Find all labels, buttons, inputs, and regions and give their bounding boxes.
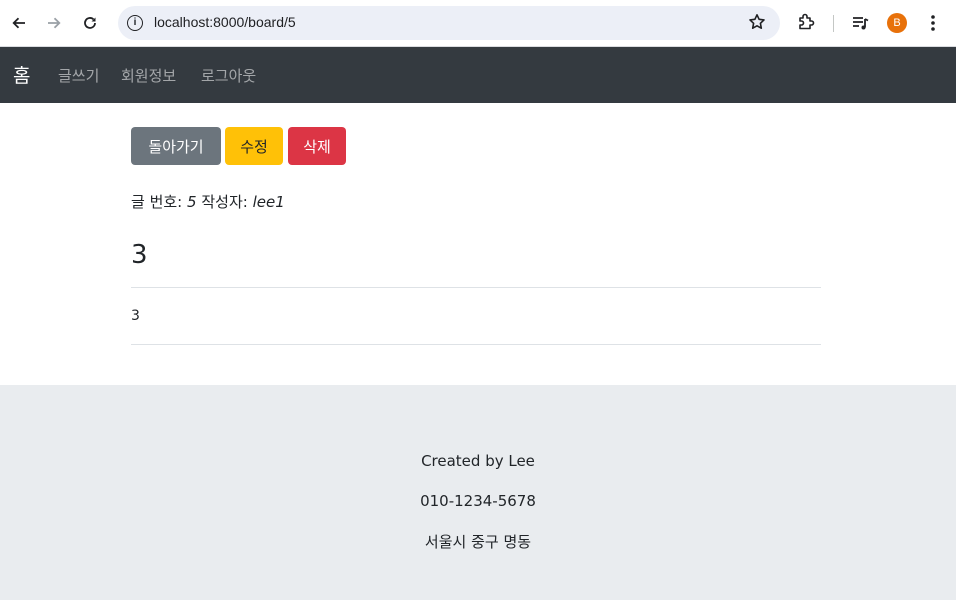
site-footer: Created by Lee 010-1234-5678 서울시 중구 명동 (0, 385, 956, 600)
back-button[interactable]: 돌아가기 (131, 127, 221, 165)
toolbar-divider (833, 15, 834, 32)
title-divider (131, 287, 821, 288)
address-url[interactable]: localhost:8000/board/5 (154, 14, 296, 30)
post-content: 3 (131, 308, 140, 324)
footer-phone: 010-1234-5678 (420, 492, 536, 510)
content-divider (131, 344, 821, 345)
extensions-icon[interactable] (796, 12, 816, 36)
profile-avatar[interactable]: B (887, 13, 907, 33)
footer-address: 서울시 중구 명동 (424, 533, 532, 551)
site-info-icon[interactable]: i (127, 15, 143, 31)
post-author: lee1 (252, 193, 285, 211)
delete-button[interactable]: 삭제 (288, 127, 346, 165)
address-bar[interactable]: i localhost:8000/board/5 (118, 6, 780, 40)
reload-icon[interactable] (77, 8, 103, 38)
media-queue-icon[interactable] (850, 13, 870, 37)
post-number: 5 (187, 193, 197, 211)
nav-logout-link[interactable]: 로그아웃 (201, 65, 256, 86)
post-number-label: 글 번호: (131, 193, 183, 211)
edit-button[interactable]: 수정 (225, 127, 283, 165)
back-icon[interactable] (6, 8, 32, 38)
nav-write-link[interactable]: 글쓰기 (58, 65, 99, 86)
forward-icon[interactable] (41, 8, 67, 38)
browser-toolbar: i localhost:8000/board/5 B (0, 0, 956, 47)
post-title: 3 (131, 240, 148, 270)
post-author-label: 작성자: (201, 193, 248, 211)
footer-created-by: Created by Lee (421, 452, 535, 470)
site-navbar: 홈 글쓰기 회원정보 로그아웃 (0, 47, 956, 103)
post-meta: 글 번호: 5 작성자: lee1 (131, 191, 285, 212)
nav-home-link[interactable]: 홈 (13, 61, 30, 88)
nav-profile-link[interactable]: 회원정보 (121, 65, 176, 86)
more-menu-icon[interactable] (924, 13, 942, 37)
bookmark-star-icon[interactable] (748, 13, 766, 35)
